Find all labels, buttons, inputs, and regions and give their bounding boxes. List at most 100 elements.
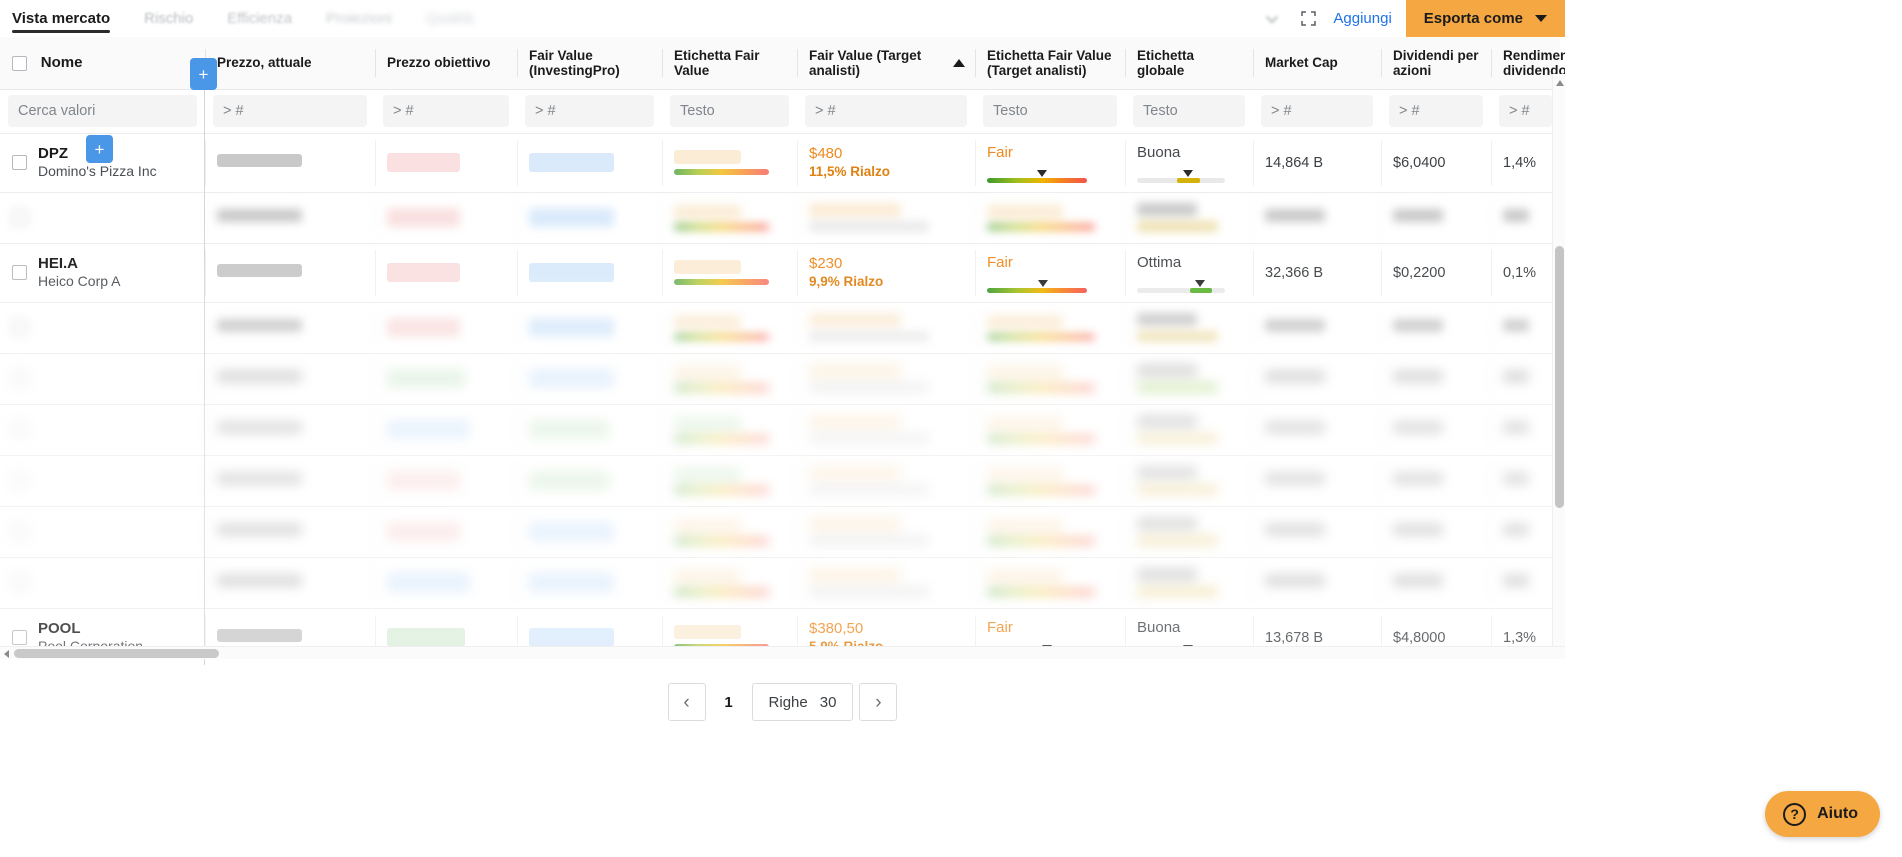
row-checkbox[interactable] — [12, 320, 27, 335]
rows-per-page-select[interactable]: Righe 30 — [751, 683, 854, 721]
cell-nome — [0, 506, 205, 558]
screener-page: Vista mercato Rischio Efficienza Proiezi… — [0, 0, 1902, 857]
row-checkbox[interactable] — [12, 524, 27, 539]
column-header-etichetta-fair-value[interactable]: Etichetta Fair Value — [662, 37, 797, 90]
filter-input[interactable] — [670, 95, 789, 127]
fullscreen-icon[interactable] — [1297, 8, 1319, 30]
row-checkbox[interactable] — [12, 422, 27, 437]
row-checkbox[interactable] — [12, 575, 27, 590]
row-checkbox[interactable] — [12, 630, 27, 645]
tab-rischio[interactable]: Rischio — [144, 0, 193, 37]
tab-proiezioni[interactable]: Proiezioni — [326, 0, 392, 37]
masked-gauge — [1137, 382, 1219, 393]
filter-input[interactable] — [383, 95, 509, 127]
search-values-input[interactable] — [8, 95, 197, 127]
cell-etichetta-globale — [1125, 455, 1253, 507]
cell-market-cap — [1253, 455, 1381, 507]
fv-target-label: Fair — [987, 618, 1013, 636]
fair-value-target-delta: 9,9% Rialzo — [809, 274, 884, 289]
chevron-down-icon[interactable] — [1261, 8, 1283, 30]
sort-ascending-icon — [953, 58, 965, 67]
table-row[interactable] — [0, 302, 1560, 354]
column-header-etichetta-globale[interactable]: Etichetta globale — [1125, 37, 1253, 90]
masked-value — [1137, 568, 1198, 581]
row-checkbox[interactable] — [12, 265, 27, 280]
tab-qualita[interactable]: Qualità — [426, 0, 474, 37]
masked-value — [674, 468, 741, 482]
filter-row — [0, 89, 1560, 134]
global-gauge — [1137, 278, 1225, 293]
masked-value — [217, 318, 302, 332]
cell-fair-value — [517, 455, 662, 507]
table-row[interactable] — [0, 506, 1560, 558]
table-row[interactable] — [0, 557, 1560, 609]
tab-label: Qualità — [425, 10, 474, 27]
cell-fair-value-target — [797, 455, 975, 507]
masked-value — [529, 318, 614, 337]
help-button[interactable]: ? Aiuto — [1765, 791, 1880, 837]
filter-input[interactable] — [983, 95, 1117, 127]
filter-input[interactable] — [213, 95, 367, 127]
horizontal-scroll-thumb[interactable] — [14, 649, 219, 658]
add-column-link[interactable]: Aggiungi — [1333, 10, 1391, 27]
column-header-dividendi-per-azioni[interactable]: Dividendi per azioni — [1381, 37, 1491, 90]
filter-input[interactable] — [525, 95, 654, 127]
filter-input[interactable] — [1499, 95, 1552, 127]
add-row-button[interactable]: + — [86, 135, 113, 163]
add-column-button[interactable]: + — [190, 58, 217, 90]
cell-rendimento — [1491, 192, 1560, 244]
cell-etichetta-fv-target: Fair — [975, 243, 1125, 303]
column-header-fair-value-investingpro[interactable]: Fair Value (InvestingPro) — [517, 37, 662, 90]
scroll-left-icon[interactable] — [4, 650, 9, 658]
horizontal-scrollbar[interactable] — [0, 646, 1565, 659]
select-all-checkbox[interactable] — [12, 56, 27, 72]
next-page-button[interactable]: › — [859, 683, 898, 721]
cell-etichetta-globale — [1125, 353, 1253, 405]
masked-value — [529, 369, 614, 388]
column-header-etichetta-fair-value-target[interactable]: Etichetta Fair Value (Target analisti) — [975, 37, 1125, 90]
table-row[interactable] — [0, 353, 1560, 405]
tab-label: Vista mercato — [12, 10, 111, 27]
cell-etichetta-globale — [1125, 557, 1253, 609]
row-checkbox[interactable] — [12, 155, 27, 170]
filter-input[interactable] — [1261, 95, 1373, 127]
screener-table-container[interactable]: Nome Prezzo, attuale Prezzo obiettivo Fa… — [0, 37, 1565, 659]
fv-target-label: Fair — [987, 143, 1013, 161]
filter-input[interactable] — [805, 95, 967, 127]
vertical-scrollbar[interactable] — [1552, 74, 1565, 659]
column-header-fair-value-target-analisti[interactable]: Fair Value (Target analisti) — [797, 37, 975, 90]
scroll-up-icon[interactable] — [1556, 80, 1564, 86]
table-row[interactable] — [0, 455, 1560, 507]
tab-vista-mercato[interactable]: Vista mercato — [12, 0, 111, 37]
masked-value — [529, 522, 614, 541]
masked-value — [529, 263, 614, 282]
filter-input[interactable] — [1389, 95, 1483, 127]
cell-prezzo-obiettivo — [375, 302, 517, 354]
column-header-prezzo-attuale[interactable]: Prezzo, attuale — [205, 37, 375, 90]
masked-value — [987, 519, 1063, 533]
masked-value — [1503, 369, 1530, 383]
tab-efficienza[interactable]: Efficienza — [227, 0, 292, 37]
table-row[interactable]: DPZ Domino's Pizza Inc $480 11,5% Rialzo — [0, 133, 1560, 193]
tab-label: Rischio — [144, 10, 194, 27]
column-header-nome[interactable]: Nome — [0, 37, 205, 90]
table-row[interactable]: HEI.A Heico Corp A $230 9,9% Rialzo Fair… — [0, 243, 1560, 303]
column-header-rendimento-dividendo[interactable]: Rendimento dividendo — [1491, 37, 1565, 90]
previous-page-button[interactable]: ‹ — [667, 683, 706, 721]
column-header-market-cap[interactable]: Market Cap — [1253, 37, 1381, 90]
cell-fair-value-target: $480 11,5% Rialzo — [797, 133, 975, 193]
column-header-prezzo-obiettivo[interactable]: Prezzo obiettivo — [375, 37, 517, 90]
cell-etichetta-fair-value — [662, 133, 797, 193]
cell-etichetta-fair-value — [662, 302, 797, 354]
masked-value — [809, 382, 930, 393]
row-checkbox[interactable] — [12, 473, 27, 488]
table-row[interactable] — [0, 404, 1560, 456]
masked-value — [529, 153, 614, 172]
cell-dividendi — [1381, 302, 1491, 354]
row-checkbox[interactable] — [12, 371, 27, 386]
row-checkbox[interactable] — [12, 210, 27, 225]
filter-input[interactable] — [1133, 95, 1245, 127]
table-row[interactable] — [0, 192, 1560, 244]
vertical-scroll-thumb[interactable] — [1555, 246, 1564, 508]
export-button[interactable]: Esporta come — [1405, 0, 1565, 37]
